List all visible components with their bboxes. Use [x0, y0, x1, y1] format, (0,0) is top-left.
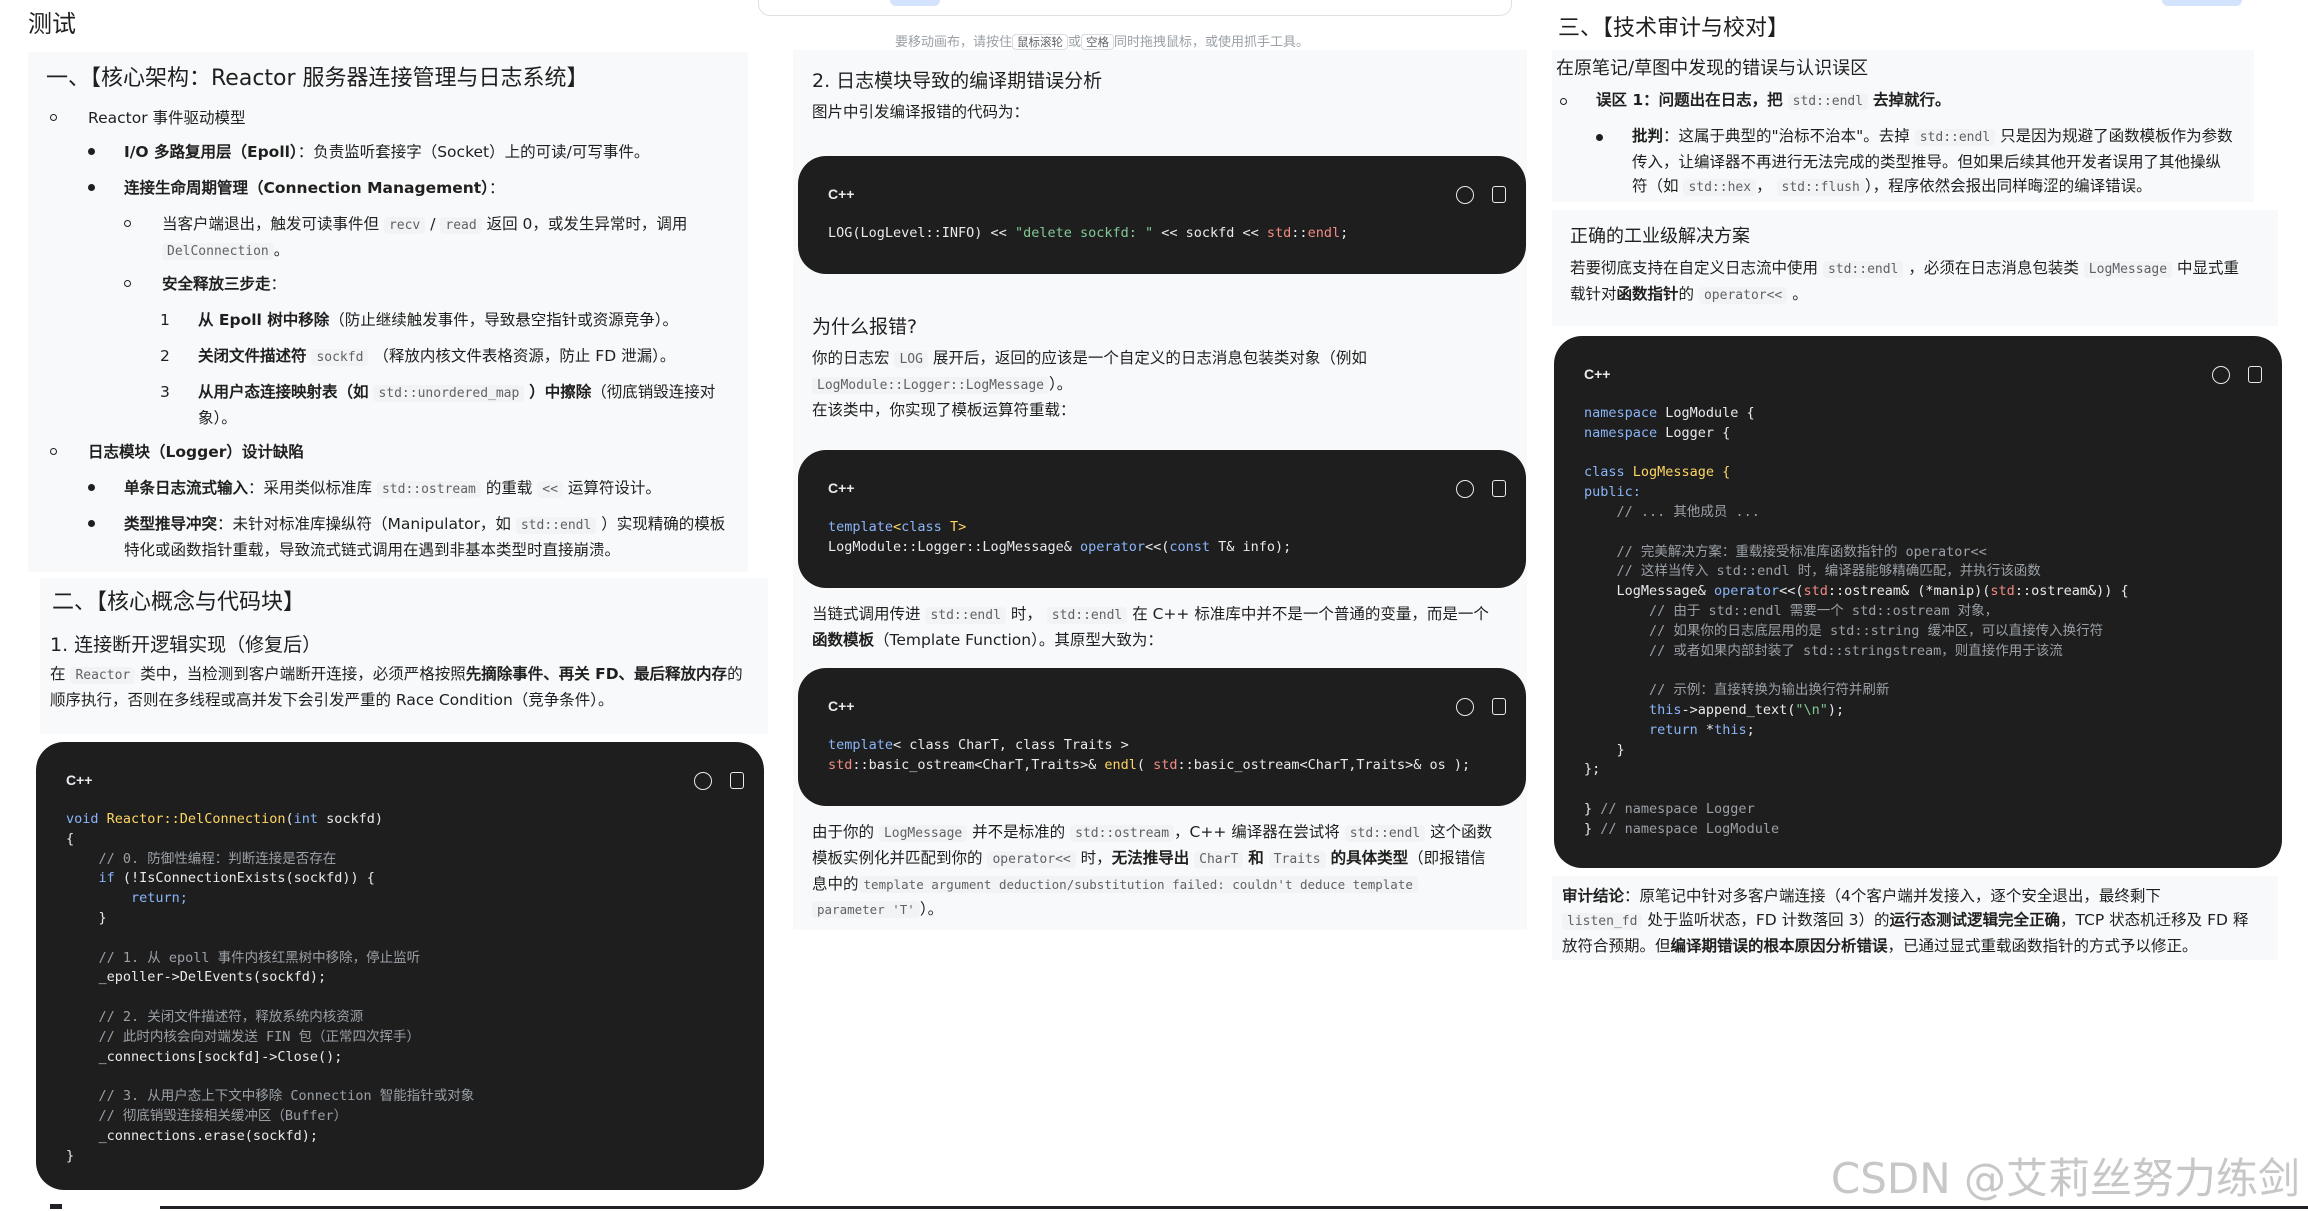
- section-2-2-heading: 2. 日志模块导致的编译期错误分析: [812, 70, 1103, 92]
- audit-conclusion: 审计结论：原笔记中针对多客户端连接（4个客户端并发接入，逐个安全退出，最终剩下 l…: [1562, 887, 2249, 955]
- lifecycle-item: 连接生命周期管理（Connection Management）：: [124, 179, 505, 197]
- code-language-label: C++: [66, 772, 93, 788]
- solution-heading: 正确的工业级解决方案: [1570, 226, 1750, 247]
- section-2-paragraph: 在 Reactor 类中，当检测到客户端断开连接，必须严格按照先摘除事件、再关 …: [50, 665, 743, 709]
- bullet: [50, 448, 57, 455]
- copy-icon[interactable]: [1492, 480, 1506, 497]
- type-deduction-item: 类型推导冲突：未针对标准库操纵符（Manipulator，如 std::endl…: [124, 515, 726, 559]
- bullet: [124, 220, 131, 227]
- page-title: 测试: [28, 10, 76, 38]
- endl-paragraph: 当链式调用传进 std::endl 时， std::endl 在 C++ 标准库…: [812, 605, 1489, 649]
- code-body: void Reactor::DelConnection(int sockfd) …: [66, 811, 475, 1164]
- step-2: 2 关闭文件描述符 sockfd （释放内核文件表格资源，防止 FD 泄漏）。: [160, 347, 676, 366]
- disconnect-item: 当客户端退出，触发可读事件但 recv / read 返回 0，或发生异常时，调…: [162, 215, 688, 260]
- bullet: [50, 114, 57, 121]
- step-3: 3 从用户态连接映射表（如 std::unordered_map ）中擦除（彻底销…: [160, 383, 716, 427]
- bullet: [88, 148, 95, 155]
- logger-item: 日志模块（Logger）设计缺陷: [88, 443, 304, 461]
- copy-icon[interactable]: [2248, 366, 2262, 383]
- code-block-logmessage: C++ namespace LogModule { namespace Logg…: [1554, 336, 2282, 868]
- step-1: 1从 Epoll 树中移除（防止继续触发事件，导致悬空指针或资源竞争）。: [160, 311, 679, 329]
- code-block-delconnection: C++ void Reactor::DelConnection(int sock…: [36, 742, 764, 1190]
- bullet: [88, 520, 95, 527]
- code-body: namespace LogModule { namespace Logger {…: [1584, 405, 2129, 837]
- copy-icon[interactable]: [1492, 698, 1506, 715]
- section-2-subheading: 1. 连接断开逻辑实现（修复后）: [50, 634, 322, 656]
- download-icon[interactable]: [694, 772, 712, 790]
- audit-subheading: 在原笔记/草图中发现的错误与认识误区: [1556, 58, 1869, 79]
- bullet: [88, 184, 95, 191]
- middle-intro: 图片中引发编译报错的代码为：: [812, 103, 1030, 121]
- bullet: [124, 280, 131, 287]
- bullet: [1560, 98, 1567, 105]
- download-icon[interactable]: [1456, 698, 1474, 716]
- bullet: [88, 484, 95, 491]
- bottom-scrollbar[interactable]: [160, 1206, 2308, 1209]
- mistake-1: 误区 1：问题出在日志，把 std::endl 去掉就行。: [1596, 91, 1951, 110]
- copy-icon[interactable]: [730, 772, 744, 789]
- code-block-endl-prototype: C++ template< class CharT, class Traits …: [798, 668, 1526, 806]
- canvas-hint: 要移动画布，请按住 鼠标滚轮或空格 同时拖拽鼠标，或使用抓手工具。: [895, 34, 1310, 50]
- download-icon[interactable]: [1456, 186, 1474, 204]
- code-block-operator-template: C++ template<class T> LogModule::Logger:…: [798, 450, 1526, 588]
- solution-paragraph: 若要彻底支持在自定义日志流中使用 std::endl ，必须在日志消息包装类 L…: [1570, 259, 2240, 304]
- toolbar-fragment: [758, 0, 1512, 16]
- csdn-watermark: CSDN @艾莉丝努力练剑: [1830, 1154, 2300, 1203]
- io-layer-item: I/O 多路复用层（Epoll）：负责监听套接字（Socket）上的可读/可写事…: [124, 143, 650, 161]
- code-body: template< class CharT, class Traits > st…: [828, 737, 1471, 773]
- code-block-log-call: C++ LOG(LogLevel::INFO) << "delete sockf…: [798, 156, 1526, 274]
- section-1-heading: 一、【核心架构：Reactor 服务器连接管理与日志系统】: [46, 66, 589, 91]
- why-error-paragraph: 你的日志宏 LOG 展开后，返回的应该是一个自定义的日志消息包装类对象（例如 Lo…: [812, 349, 1367, 419]
- why-error-heading: 为什么报错?: [812, 316, 918, 338]
- download-icon[interactable]: [1456, 480, 1474, 498]
- code-language-label: C++: [828, 186, 855, 202]
- log-stream-item: 单条日志流式输入：采用类似标准库 std::ostream 的重载 << 运算符…: [124, 479, 661, 498]
- download-icon[interactable]: [2212, 366, 2230, 384]
- code-language-label: C++: [1584, 366, 1611, 382]
- critique: 批判：这属于典型的"治标不治本"。去掉 std::endl 只是因为规避了函数模…: [1632, 127, 2233, 196]
- reactor-model-item: Reactor 事件驱动模型: [88, 109, 246, 127]
- bullet: [1596, 134, 1603, 141]
- safe-release-item: 安全释放三步走：: [162, 275, 287, 293]
- code-body: template<class T> LogModule::Logger::Log…: [828, 519, 1292, 555]
- bottom-left-mark: [50, 1204, 62, 1209]
- top-right-button[interactable]: [2162, 0, 2242, 6]
- section-3-heading: 三、【技术审计与校对】: [1558, 16, 1790, 41]
- toolbar-active-tab[interactable]: [890, 0, 940, 6]
- deduction-paragraph: 由于你的 LogMessage 并不是标准的 std::ostream ，C++ …: [812, 823, 1493, 918]
- code-language-label: C++: [828, 480, 855, 496]
- code-body: LOG(LogLevel::INFO) << "delete sockfd: "…: [828, 225, 1349, 241]
- copy-icon[interactable]: [1492, 186, 1506, 203]
- section-2-heading: 二、【核心概念与代码块】: [52, 590, 306, 615]
- code-language-label: C++: [828, 698, 855, 714]
